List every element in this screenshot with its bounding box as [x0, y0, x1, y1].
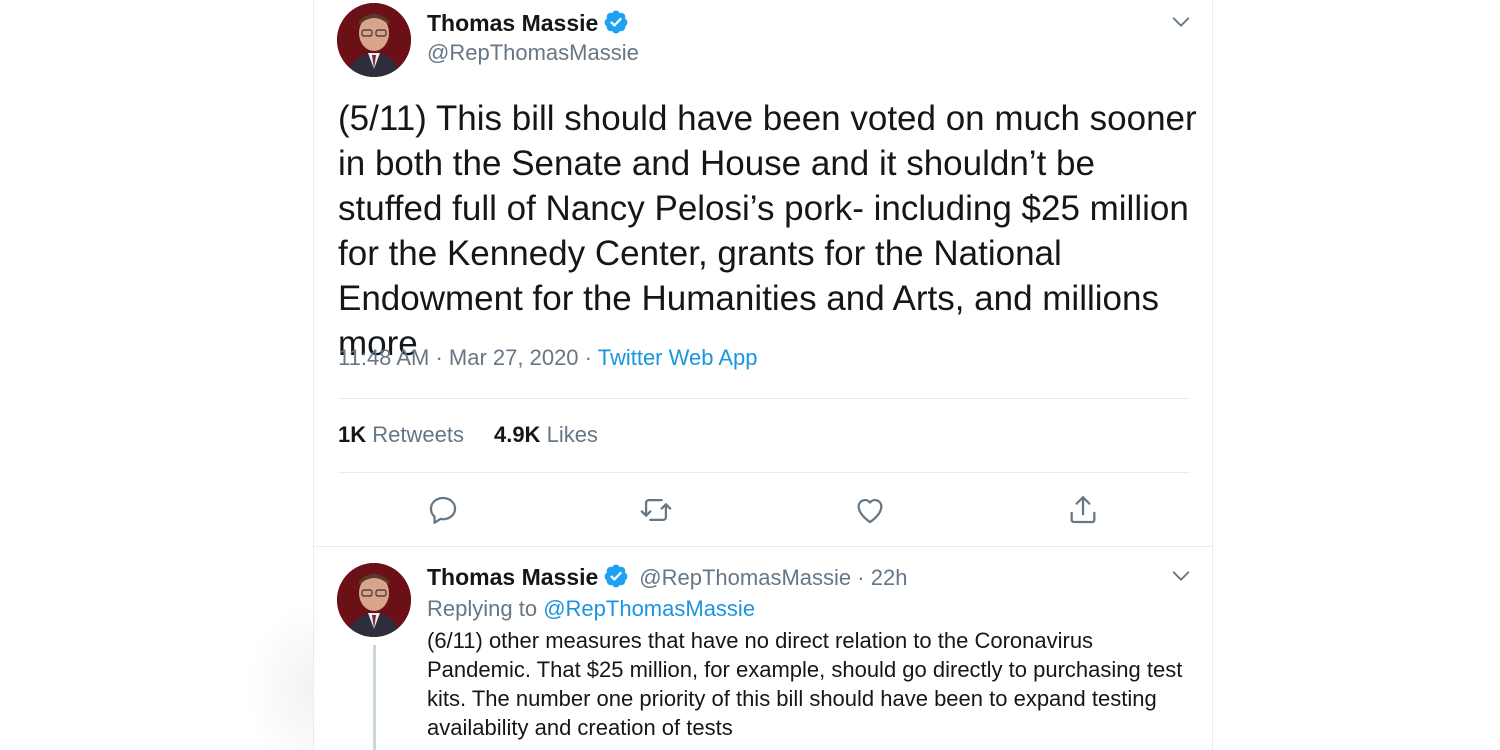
reply-time[interactable]: 22h [871, 565, 908, 590]
tweet-time[interactable]: 11:48 AM [338, 345, 429, 370]
reply-icon [429, 496, 457, 524]
divider [338, 472, 1190, 473]
thread-line [373, 645, 376, 750]
tweet-metadata: 11:48 AM · Mar 27, 2020 · Twitter Web Ap… [338, 345, 758, 371]
tweet-text: (5/11) This bill should have been voted … [338, 99, 1197, 363]
replying-to-label: Replying to [427, 596, 538, 621]
retweet-button[interactable] [639, 493, 673, 527]
divider [338, 398, 1190, 399]
background-shadow [245, 600, 315, 750]
meta-separator: · [435, 345, 443, 370]
avatar-image [337, 563, 411, 637]
tweet-stats: 1K Retweets 4.9K Likes [338, 422, 598, 448]
likes-stat[interactable]: 4.9K Likes [494, 422, 598, 447]
likes-count: 4.9K [493, 422, 541, 447]
avatar-image [337, 3, 411, 77]
reply-author-row: Thomas Massie @RepThomasMassie · 22h [427, 563, 907, 591]
reply-author-handle[interactable]: @RepThomasMassie [639, 565, 851, 590]
tweet-source-link[interactable]: Twitter Web App [598, 345, 758, 370]
chevron-down-icon[interactable] [1170, 11, 1192, 33]
replying-to-handle[interactable]: @RepThomasMassie [543, 596, 755, 621]
page: Thomas Massie @RepThomasMassie (5/11) Th… [0, 0, 1500, 750]
reply-avatar[interactable] [337, 563, 411, 637]
author-name-text[interactable]: Thomas Massie [427, 10, 598, 36]
likes-label: Likes [546, 422, 598, 447]
reply-author-name[interactable]: Thomas Massie [427, 564, 598, 590]
author-name[interactable]: Thomas Massie [427, 9, 629, 37]
chevron-down-icon[interactable] [1170, 565, 1192, 587]
author-handle[interactable]: @RepThomasMassie [427, 40, 639, 66]
meta-separator: · [857, 565, 865, 590]
reply-text: (6/11) other measures that have no direc… [427, 628, 1183, 740]
retweet-icon [640, 498, 672, 522]
replying-to: Replying to @RepThomasMassie [427, 596, 755, 622]
retweets-count: 1K [338, 422, 367, 447]
reply-button[interactable] [426, 493, 460, 527]
tweet-column: Thomas Massie @RepThomasMassie (5/11) Th… [313, 0, 1213, 750]
verified-badge-icon [604, 10, 628, 34]
meta-separator: · [584, 345, 592, 370]
verified-badge-icon [604, 564, 628, 588]
like-icon [857, 499, 883, 524]
share-icon [1070, 496, 1096, 524]
like-button[interactable] [853, 493, 887, 527]
retweets-label: Retweets [372, 422, 464, 447]
tweet-date[interactable]: Mar 27, 2020 [449, 345, 579, 370]
tweet-separator [314, 546, 1212, 547]
retweets-stat[interactable]: 1K Retweets [338, 422, 464, 447]
share-button[interactable] [1066, 493, 1100, 527]
avatar[interactable] [337, 3, 411, 77]
